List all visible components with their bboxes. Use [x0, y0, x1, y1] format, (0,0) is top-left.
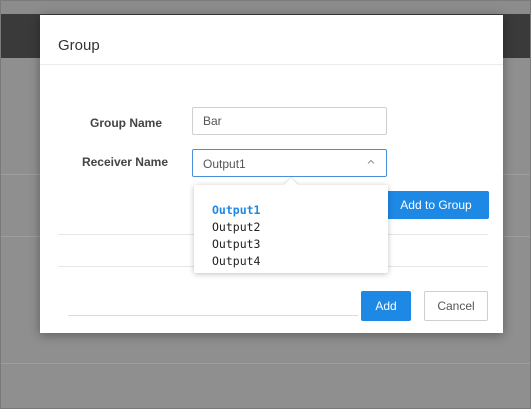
title-divider [40, 64, 503, 65]
background-divider [1, 363, 530, 364]
dropdown-option-output4[interactable]: Output4 [194, 253, 388, 270]
chevron-up-icon [367, 159, 375, 164]
receiver-name-label: Receiver Name [81, 155, 168, 169]
dialog-title: Group [58, 37, 100, 54]
group-name-label: Group Name [89, 116, 162, 130]
receiver-name-select[interactable]: Output1 [192, 149, 387, 177]
footer-divider [68, 315, 358, 316]
dropdown-option-output2[interactable]: Output2 [194, 219, 388, 236]
add-button[interactable]: Add [361, 291, 411, 321]
group-name-input[interactable] [192, 107, 387, 135]
cancel-button[interactable]: Cancel [424, 291, 488, 321]
add-to-group-button[interactable]: Add to Group [383, 191, 489, 219]
group-dialog: Group Group Name Receiver Name Output1 A… [40, 15, 503, 333]
dropdown-option-output3[interactable]: Output3 [194, 236, 388, 253]
dropdown-option-output1[interactable]: Output1 [194, 202, 388, 219]
receiver-select-value: Output1 [203, 157, 246, 171]
receiver-dropdown-menu: Output1 Output2 Output3 Output4 [194, 185, 388, 273]
